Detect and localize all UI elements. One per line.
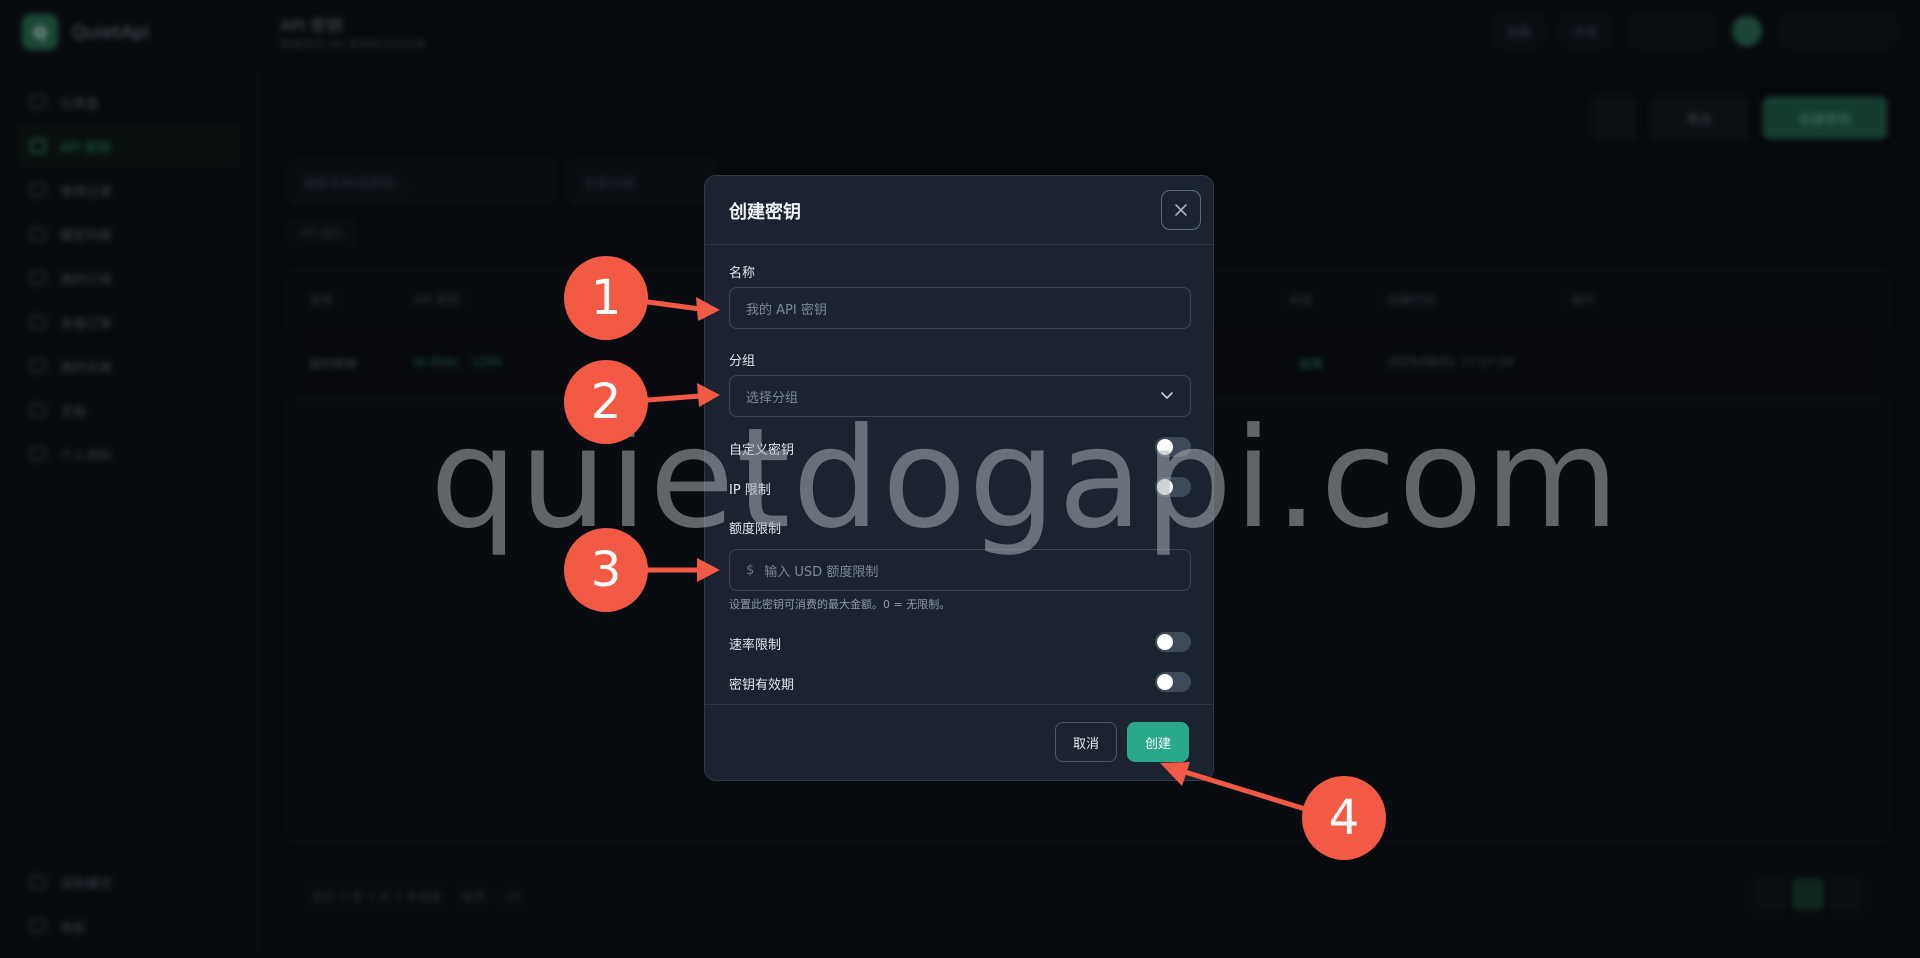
step-badge-4: 4 (1302, 776, 1386, 860)
arrow-2-head (697, 383, 720, 407)
annotation-arrows (645, 297, 1308, 812)
arrow-2 (645, 393, 703, 403)
arrow-1-head (696, 297, 720, 321)
step-badge-3: 3 (564, 528, 648, 612)
arrow-4 (1182, 769, 1308, 812)
step-badge-1: 1 (564, 256, 648, 340)
arrow-1 (645, 299, 703, 312)
arrow-3-head (697, 558, 720, 582)
step-badge-2: 2 (564, 360, 648, 444)
arrow-4-head (1160, 762, 1190, 786)
